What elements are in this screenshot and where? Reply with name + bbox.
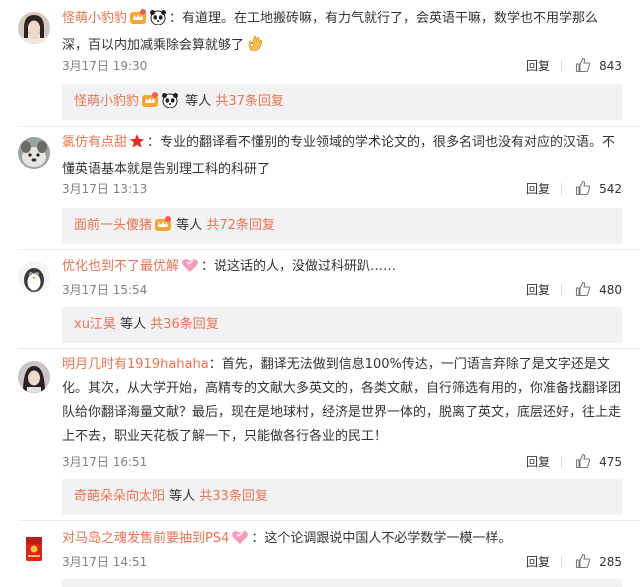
red-star-icon — [129, 133, 145, 158]
thumbs-up-icon — [575, 553, 591, 569]
comment-divider — [18, 126, 640, 127]
comment-meta: 3月17日 13:13 回复 542 — [62, 179, 622, 199]
comment-meta: 3月17日 19:30 回复 843 — [62, 56, 622, 76]
comment-text: 对马岛之魂发售前要抽到PS4 ：这个论调跟说中国人不必学数学一模一样。 — [62, 527, 622, 554]
user-avatar-woman-icon — [18, 12, 50, 44]
heart-icon — [231, 529, 249, 554]
sub-replies-summary[interactable]: 面前一头傻猪 等人 共72条回复 — [62, 208, 622, 244]
user-avatar-penguin-icon — [18, 261, 50, 293]
crown-badge-icon — [129, 9, 147, 34]
like-count: 542 — [599, 182, 622, 196]
reply-button[interactable]: 回复 — [526, 452, 550, 472]
reply-button[interactable]: 回复 — [526, 552, 550, 572]
thumbs-up-icon — [575, 453, 591, 469]
like-count: 285 — [599, 555, 622, 569]
sub-replies-summary[interactable]: xu江昊 等人 共36条回复 — [62, 307, 622, 343]
thumbs-up-icon — [575, 57, 591, 73]
divider — [561, 60, 562, 72]
comment-date: 3月17日 19:30 — [62, 59, 148, 73]
avatar[interactable] — [18, 361, 50, 393]
crown-badge-icon — [141, 87, 159, 123]
comment-meta: 3月17日 14:51 回复 285 — [62, 552, 622, 572]
comment-meta: 3月17日 16:51 回复 475 — [62, 452, 622, 472]
avatar[interactable] — [18, 12, 50, 44]
comment-username[interactable]: 怪萌小豹豹 — [62, 11, 127, 26]
crown-badge-icon — [154, 211, 172, 247]
reply-button[interactable]: 回复 — [526, 179, 550, 199]
user-avatar-dog-icon — [18, 137, 50, 169]
avatar[interactable] — [18, 137, 50, 169]
comment-username[interactable]: 优化也到不了最优解 — [62, 259, 179, 274]
comment-date: 3月17日 13:13 — [62, 182, 148, 196]
like-button[interactable]: 480 — [567, 280, 622, 300]
divider — [561, 183, 562, 195]
heart-icon — [181, 257, 199, 282]
like-button[interactable]: 542 — [567, 179, 622, 199]
comment-username[interactable]: 明月几时有1919hahaha — [62, 357, 209, 372]
divider — [561, 556, 562, 568]
sub-reply-username[interactable]: xu江昊 — [74, 317, 116, 332]
comment-date: 3月17日 14:51 — [62, 555, 148, 569]
comment-divider — [18, 249, 640, 250]
comment-date: 3月17日 15:54 — [62, 283, 148, 297]
divider — [561, 456, 562, 468]
sub-replies-summary[interactable]: 怪萌小豹豹 等人 共37条回复 — [62, 84, 622, 120]
comment-username[interactable]: 对马岛之魂发售前要抽到PS4 — [62, 531, 229, 546]
sub-reply-total[interactable]: 共33条回复 — [199, 489, 268, 504]
comment-date: 3月17日 16:51 — [62, 455, 148, 469]
like-count: 480 — [599, 283, 622, 297]
comment-username[interactable]: 氯仿有点甜 — [62, 135, 127, 150]
sub-reply-username[interactable]: 奇葩朵朵向太阳 — [74, 489, 165, 504]
like-count: 475 — [599, 455, 622, 469]
user-avatar-girl-icon — [18, 361, 50, 393]
like-button[interactable]: 285 — [567, 552, 622, 572]
comment-text: 怪萌小豹豹 ：有道理。在工地搬砖嘛，有力气就行了，会英语干嘛，数学也不用学那么深，… — [62, 7, 622, 61]
panda-icon — [161, 87, 179, 123]
sub-replies-summary[interactable] — [62, 579, 622, 587]
divider — [561, 284, 562, 296]
avatar[interactable] — [18, 261, 50, 293]
comment-meta: 3月17日 15:54 回复 480 — [62, 280, 622, 300]
sub-reply-total[interactable]: 共36条回复 — [150, 317, 219, 332]
avatar[interactable] — [18, 533, 50, 565]
sub-reply-username[interactable]: 面前一头傻猪 — [74, 218, 152, 233]
like-button[interactable]: 475 — [567, 452, 622, 472]
sub-reply-total[interactable]: 共37条回复 — [215, 94, 284, 109]
comment-divider — [18, 348, 640, 349]
sub-replies-summary[interactable]: 奇葩朵朵向太阳 等人 共33条回复 — [62, 479, 622, 515]
comment-body: ：说这话的人，没做过科研趴…… — [201, 259, 397, 274]
like-button[interactable]: 843 — [567, 56, 622, 76]
sub-reply-username[interactable]: 怪萌小豹豹 — [74, 94, 139, 109]
sub-reply-total[interactable]: 共72条回复 — [206, 218, 275, 233]
comment-text: 氯仿有点甜 ：专业的翻译看不懂别的专业领域的学术论文的，很多名词也没有对应的汉语。… — [62, 131, 622, 182]
comment-body: ：这个论调跟说中国人不必学数学一模一样。 — [251, 531, 512, 546]
sub-reply-etc: 等人 — [185, 94, 212, 109]
panda-icon — [149, 9, 167, 34]
user-avatar-redpack-icon — [18, 533, 50, 565]
comment-text: 优化也到不了最优解 ：说这话的人，没做过科研趴…… — [62, 255, 622, 282]
comment-divider — [18, 520, 640, 521]
thumbs-up-icon — [575, 180, 591, 196]
sub-reply-etc: 等人 — [169, 489, 196, 504]
sub-reply-etc: 等人 — [120, 317, 147, 332]
sub-reply-etc: 等人 — [176, 218, 203, 233]
reply-button[interactable]: 回复 — [526, 280, 550, 300]
reply-button[interactable]: 回复 — [526, 56, 550, 76]
like-count: 843 — [599, 59, 622, 73]
comment-text: 明月几时有1919hahaha：首先，翻译无法做到信息100%传达，一门语言弃除… — [62, 353, 622, 449]
thumbs-up-icon — [575, 281, 591, 297]
